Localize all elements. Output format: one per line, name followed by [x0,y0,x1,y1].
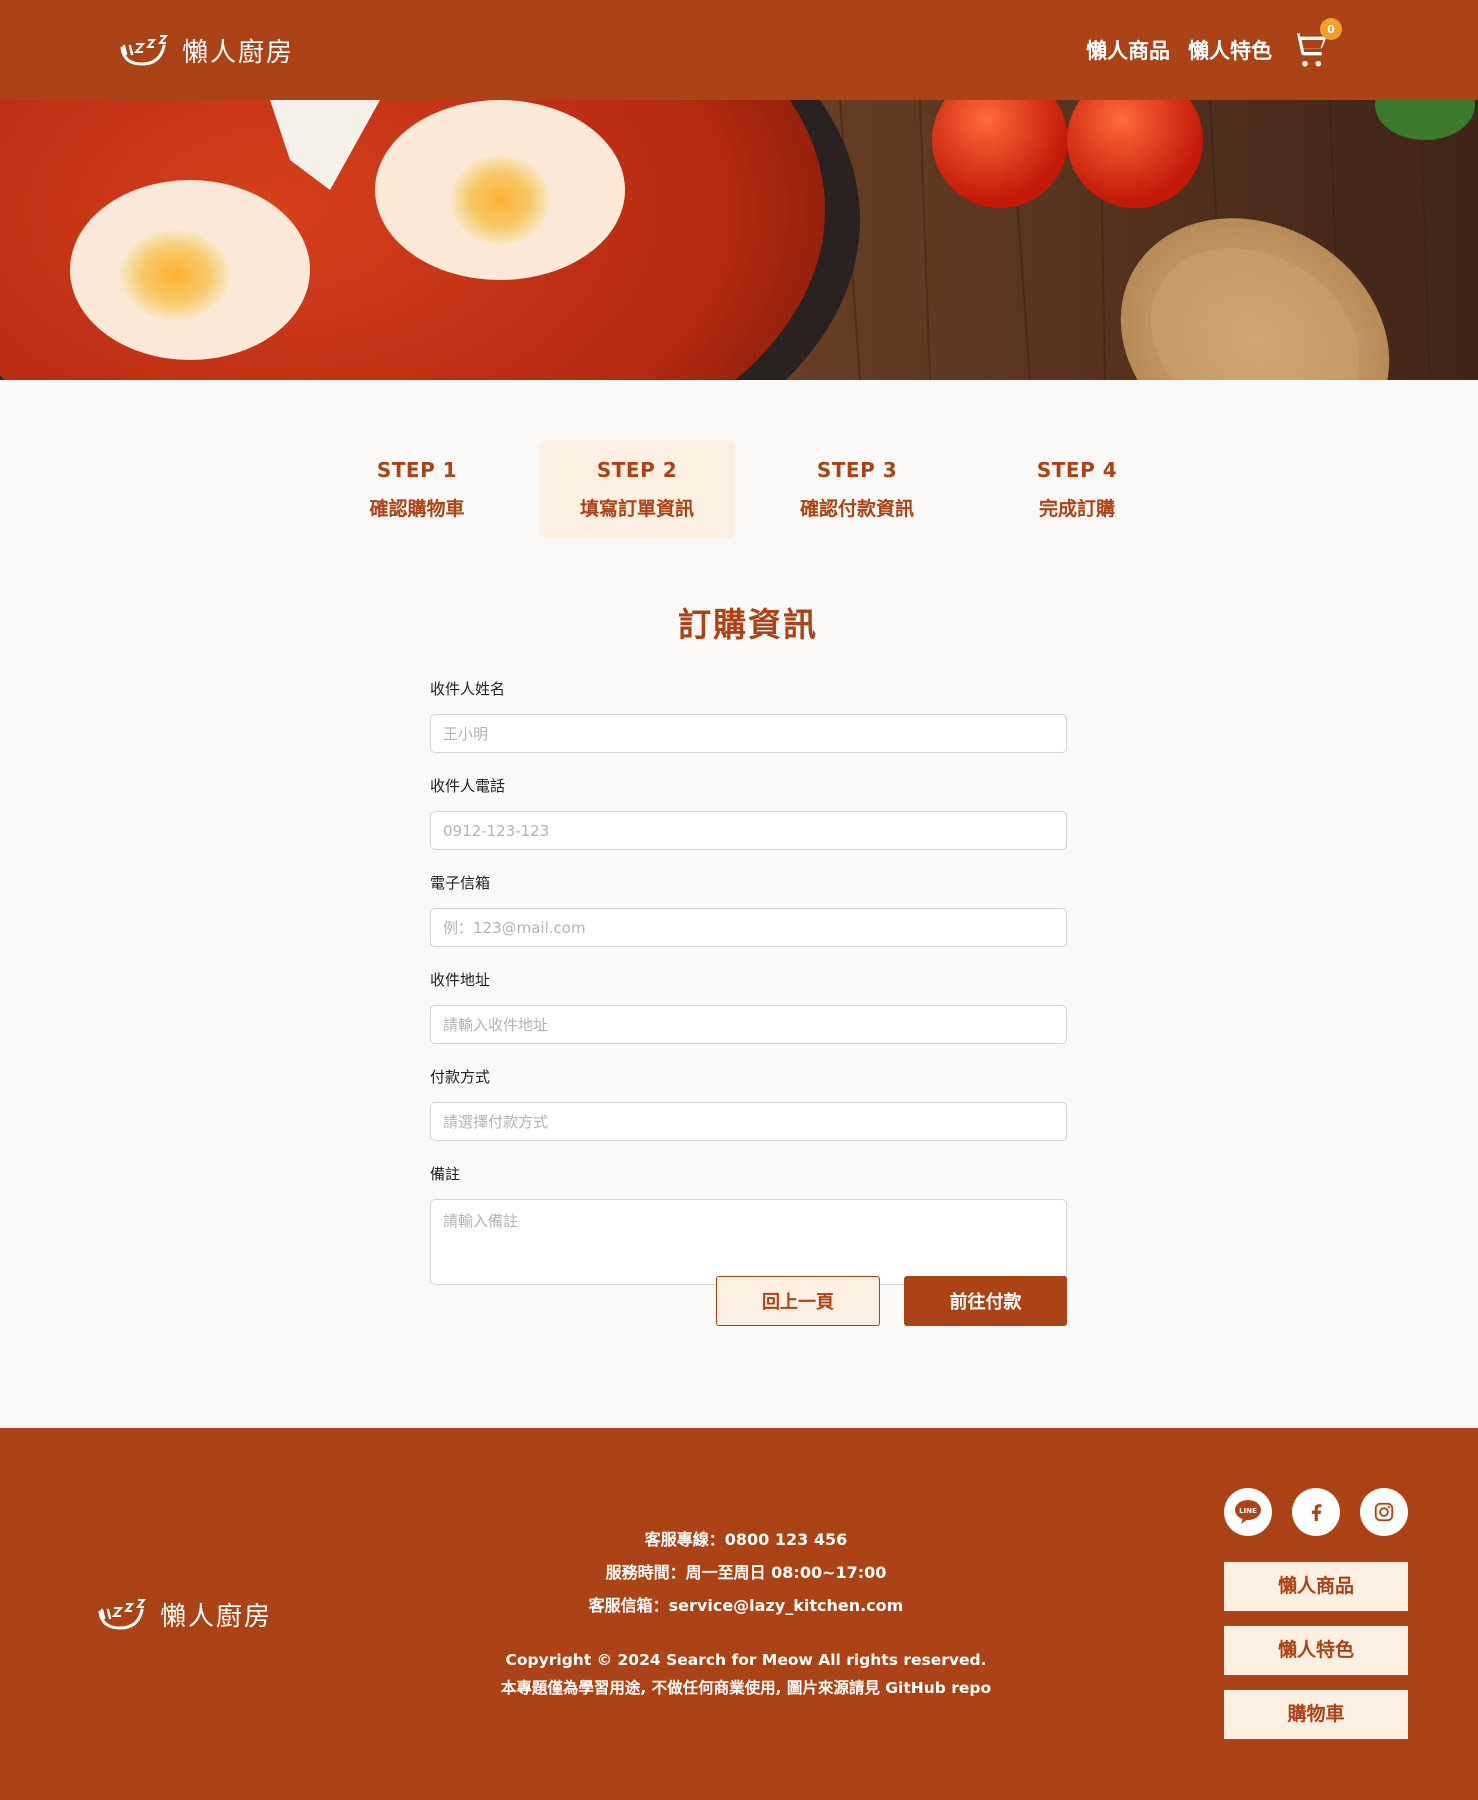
step-number: STEP 2 [596,458,678,482]
field-label: 電子信箱 [430,874,491,892]
brand-name: 懶人廚房 [182,38,295,68]
step-number: STEP 1 [376,458,458,482]
go-to-payment-button[interactable]: 前往付款 [904,1276,1067,1326]
site-footer: 懶人廚房 客服專線：0800 123 456 服務時間：周一至周日 08:00~… [0,1428,1478,1800]
back-button[interactable]: 回上一頁 [716,1276,880,1326]
step-1: STEP 1 確認購物車 [319,440,515,538]
note-textarea[interactable] [430,1199,1067,1285]
step-number: STEP 4 [1036,458,1118,482]
step-name: 填寫訂單資訊 [579,498,694,520]
form-actions: 回上一頁 前往付款 [430,1276,1067,1328]
email-input[interactable] [430,908,1067,947]
address-field: 收件地址 [430,967,1067,1044]
address-input[interactable] [430,1005,1067,1044]
email-field: 電子信箱 [430,870,1067,947]
recipient-name-field: 收件人姓名 [430,676,1067,753]
footer-brand-logo[interactable]: 懶人廚房 [96,1596,272,1633]
payment-method-field: 付款方式 [430,1064,1067,1141]
step-2-active: STEP 2 填寫訂單資訊 [539,440,735,538]
disclaimer-text: 本專題僅為學習用途, 不做任何商業使用, 圖片來源請見 GitHub repo [500,1679,992,1697]
facebook-link[interactable] [1292,1488,1340,1536]
sleepy-face-icon [120,34,169,66]
copyright-text: Copyright © 2024 Search for Meow All rig… [505,1651,987,1669]
nav-link-products[interactable]: 懶人商品 [1086,35,1170,65]
social-links: LINE [1224,1488,1408,1536]
cart-count-badge: 0 [1320,18,1342,40]
step-name: 確認付款資訊 [799,498,914,520]
service-phone: 客服專線：0800 123 456 [644,1530,848,1549]
form-title: 訂購資訊 [678,605,818,644]
field-label: 收件人電話 [430,777,506,795]
step-4: STEP 4 完成訂購 [979,440,1175,538]
step-number: STEP 3 [816,458,898,482]
footer-brand-name: 懶人廚房 [160,1602,273,1632]
sleepy-face-icon [98,1598,147,1630]
payment-method-input[interactable] [430,1102,1067,1141]
nav-link-features[interactable]: 懶人特色 [1188,35,1272,65]
note-field: 備註 [430,1161,1067,1285]
checkout-steps: STEP 1 確認購物車 STEP 2 填寫訂單資訊 STEP 3 確認付款資訊… [0,440,1478,540]
line-link[interactable]: LINE [1224,1488,1272,1536]
recipient-name-input[interactable] [430,714,1067,753]
svg-text:LINE: LINE [1239,1507,1257,1515]
step-name: 確認購物車 [369,498,465,520]
service-email: 客服信箱：service@lazy_kitchen.com [588,1596,904,1615]
recipient-phone-field: 收件人電話 [430,773,1067,850]
hero-banner-image [0,100,1478,380]
brand-logo[interactable]: 懶人廚房 [118,32,294,69]
step-3: STEP 3 確認付款資訊 [759,440,955,538]
field-label: 收件地址 [430,971,491,989]
footer-link-cart[interactable]: 購物車 [1224,1690,1408,1739]
footer-link-products[interactable]: 懶人商品 [1224,1562,1408,1611]
site-header: 懶人廚房 懶人商品 懶人特色 0 [0,0,1478,100]
service-hours: 服務時間：周一至周日 08:00~17:00 [605,1563,887,1582]
field-label: 付款方式 [430,1068,491,1086]
cart-button[interactable]: 0 [1290,18,1342,70]
step-name: 完成訂購 [1038,498,1115,520]
main-nav: 懶人商品 懶人特色 0 [1086,18,1342,70]
field-label: 收件人姓名 [430,680,506,698]
footer-copyright-block: Copyright © 2024 Search for Meow All rig… [446,1646,1046,1702]
recipient-phone-input[interactable] [430,811,1067,850]
field-label: 備註 [430,1165,461,1183]
service-info: 客服專線：0800 123 456 服務時間：周一至周日 08:00~17:00… [446,1523,1046,1622]
instagram-icon [1374,1502,1394,1522]
order-form: 收件人姓名 收件人電話 電子信箱 收件地址 付款方式 備註 回上一頁 前往付款 [430,676,1067,1326]
footer-link-features[interactable]: 懶人特色 [1224,1626,1408,1675]
instagram-link[interactable] [1360,1488,1408,1536]
line-icon: LINE [1235,1500,1261,1524]
facebook-icon [1311,1504,1322,1522]
footer-nav: 懶人商品 懶人特色 購物車 [1224,1562,1408,1754]
